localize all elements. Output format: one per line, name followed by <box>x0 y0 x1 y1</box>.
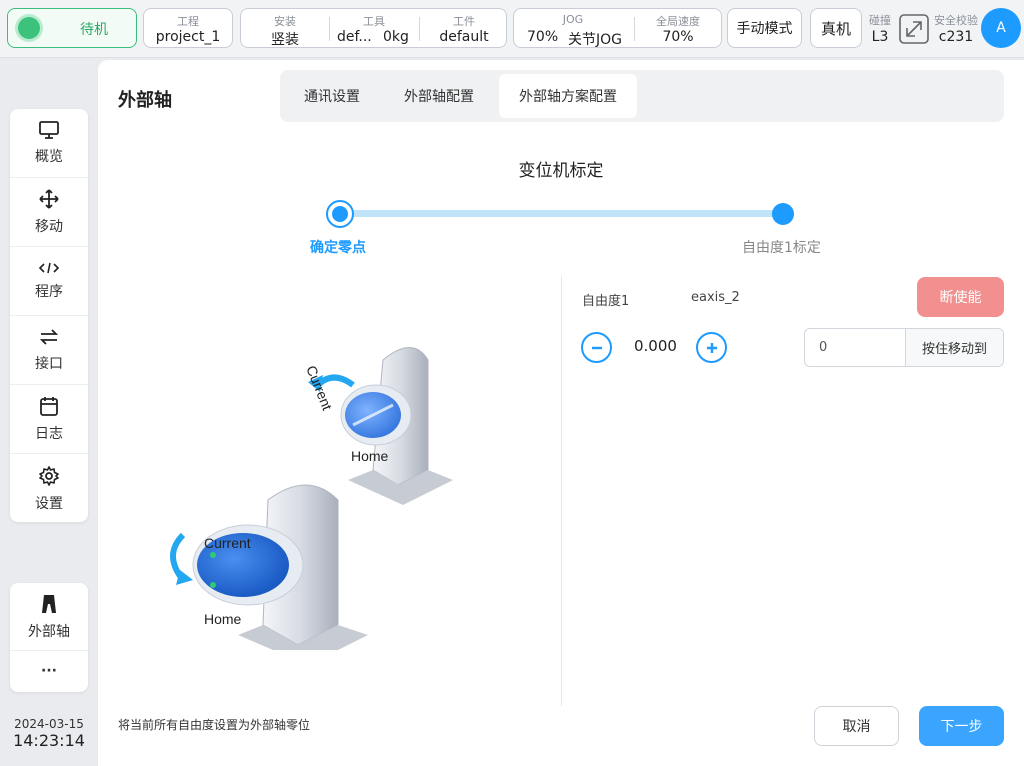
next-step-button[interactable]: 下一步 <box>919 706 1004 746</box>
status-text: 待机 <box>80 22 108 38</box>
collision-label: 碰撞 <box>869 14 891 27</box>
nav-item-interface[interactable]: 接口 <box>10 316 88 385</box>
front-home-text: Home <box>204 611 242 627</box>
global-speed-label: 全局速度 <box>656 15 700 28</box>
tab-bar: 通讯设置 外部轴配置 外部轴方案配置 <box>280 70 1004 122</box>
external-axis-icon <box>42 594 56 613</box>
step-2-marker <box>772 203 794 225</box>
tab-communication[interactable]: 通讯设置 <box>284 74 380 118</box>
move-icon <box>39 189 59 209</box>
disable-button[interactable]: 断使能 <box>917 277 1004 317</box>
step-1-marker <box>326 200 354 228</box>
jog-value: 70% <box>527 29 559 45</box>
global-speed-value: 70% <box>662 29 694 45</box>
nav-item-label: 外部轴 <box>28 623 70 640</box>
vertical-divider <box>561 276 562 706</box>
dof-value: 0.000 <box>634 337 677 355</box>
plus-icon <box>706 342 717 353</box>
back-current-text: Current <box>303 363 335 412</box>
tab-external-axis-config[interactable]: 外部轴配置 <box>384 74 494 118</box>
nav-item-move[interactable]: 移动 <box>10 178 88 247</box>
swap-icon <box>39 329 59 345</box>
nav-item-program[interactable]: 程序 <box>10 247 88 316</box>
safety-check-label: 安全校验 <box>934 14 978 27</box>
top-bar: 待机 工程 project_1 安装 竖装 工具 def... 0kg 工件 d… <box>0 0 1024 58</box>
nav-item-external-axis[interactable]: 外部轴 <box>10 583 88 651</box>
increase-button[interactable] <box>696 332 727 363</box>
monitor-icon <box>39 121 59 139</box>
nav-item-overview[interactable]: 概览 <box>10 109 88 178</box>
axis-name: eaxis_2 <box>691 290 740 305</box>
collision-value: L3 <box>871 29 889 45</box>
workpiece-value: default <box>439 29 489 45</box>
page-title: 外部轴 <box>118 90 172 111</box>
tab-external-axis-scheme[interactable]: 外部轴方案配置 <box>499 74 637 118</box>
user-avatar[interactable]: A <box>981 8 1021 48</box>
tool-weight: 0kg <box>383 29 409 45</box>
project-box[interactable]: 工程 project_1 <box>143 8 233 48</box>
extra-nav: 外部轴 ··· <box>10 583 88 692</box>
install-value: 竖装 <box>271 32 299 48</box>
nav-item-label: 概览 <box>35 149 63 165</box>
section-heading: 变位机标定 <box>518 161 604 181</box>
main-nav: 概览 移动 程序 接口 日志 设置 <box>10 109 88 522</box>
front-current-text: Current <box>204 535 251 551</box>
system-time: 14:23:14 <box>13 731 85 750</box>
positioner-illustration: Current Home Current Home <box>170 347 453 650</box>
code-icon <box>38 262 60 274</box>
tool-value: def... <box>337 29 372 45</box>
workpiece-label: 工件 <box>453 15 475 28</box>
manual-mode-button[interactable]: 手动模式 <box>727 8 802 48</box>
tool-label: 工具 <box>363 15 385 28</box>
install-label: 安装 <box>274 15 296 28</box>
main-panel: 外部轴 通讯设置 外部轴配置 外部轴方案配置 变位机标定 确定零点 自由度1标定 <box>98 60 1024 766</box>
system-date: 2024-03-15 <box>14 717 84 731</box>
step-progress-track <box>341 210 783 217</box>
move-to-group: 按住移动到 <box>804 328 1004 367</box>
project-value: project_1 <box>155 29 221 45</box>
step-1-label: 确定零点 <box>310 240 366 256</box>
real-machine-button[interactable]: 真机 <box>810 8 862 48</box>
footnote-text: 将当前所有自由度设置为外部轴零位 <box>118 718 311 732</box>
nav-item-settings[interactable]: 设置 <box>10 454 88 523</box>
back-home-text: Home <box>351 448 389 464</box>
jog-mode: 关节JOG <box>568 32 622 48</box>
step-2-label: 自由度1标定 <box>742 240 821 256</box>
gear-icon <box>39 465 59 486</box>
hold-move-to-button[interactable]: 按住移动到 <box>905 329 1003 366</box>
install-tool-workpiece-box[interactable]: 安装 竖装 工具 def... 0kg 工件 default <box>240 8 507 48</box>
project-label: 工程 <box>177 15 199 28</box>
nav-item-label: 设置 <box>35 495 63 512</box>
nav-item-label: 程序 <box>35 284 63 300</box>
decrease-button[interactable] <box>581 332 612 363</box>
expand-icon[interactable] <box>899 14 929 48</box>
nav-item-label: 接口 <box>35 356 63 372</box>
jog-speed-box[interactable]: JOG 70% 关节JOG 全局速度 70% <box>513 8 722 48</box>
cancel-button[interactable]: 取消 <box>814 706 899 746</box>
calendar-icon <box>40 397 58 416</box>
nav-item-log[interactable]: 日志 <box>10 385 88 454</box>
status-indicator[interactable]: 待机 <box>7 8 137 48</box>
more-button[interactable]: ··· <box>10 651 88 691</box>
move-target-input[interactable] <box>805 329 905 366</box>
status-led-icon <box>18 17 40 39</box>
nav-item-label: 移动 <box>35 219 63 235</box>
dof-label: 自由度1 <box>582 294 630 309</box>
nav-item-label: 日志 <box>35 426 63 442</box>
minus-icon <box>591 346 602 349</box>
safety-check-value: c231 <box>938 29 974 45</box>
jog-label: JOG <box>562 13 584 26</box>
